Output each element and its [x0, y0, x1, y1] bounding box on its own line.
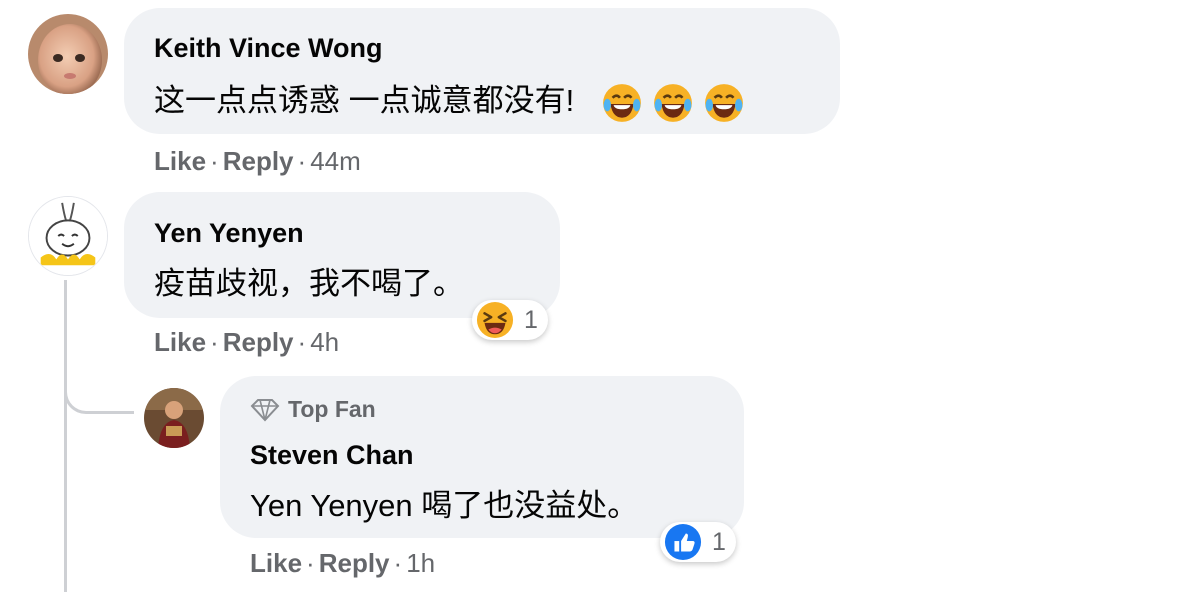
thread-line-vertical: [64, 280, 67, 592]
mention-link[interactable]: Yen Yenyen: [250, 488, 413, 523]
separator: ·: [306, 548, 315, 578]
avatar-steven[interactable]: [144, 388, 204, 448]
reaction-summary-steven[interactable]: 1: [660, 522, 736, 562]
thread-line-branch: [64, 370, 134, 414]
comment-text-steven: Yen Yenyen 喝了也没益处。: [250, 480, 638, 525]
top-fan-badge: Top Fan: [250, 396, 376, 423]
top-fan-label: Top Fan: [288, 396, 376, 422]
reaction-summary-yen[interactable]: 1: [472, 300, 548, 340]
laughing-tears-icon: [603, 83, 642, 122]
laughing-tears-icon: [654, 83, 693, 122]
like-button[interactable]: Like: [250, 548, 302, 578]
comment-author-steven[interactable]: Steven Chan: [250, 440, 414, 471]
comment-author-keith[interactable]: Keith Vince Wong: [154, 33, 383, 64]
reply-button[interactable]: Reply: [223, 327, 294, 357]
separator: ·: [393, 548, 403, 578]
comment-text-yen: 疫苗歧视，我不喝了。: [154, 266, 464, 301]
reply-button[interactable]: Reply: [319, 548, 390, 578]
comment-timestamp[interactable]: 44m: [310, 146, 361, 176]
like-button[interactable]: Like: [154, 146, 206, 176]
laughing-tears-icon: [704, 83, 743, 122]
avatar-yen[interactable]: [28, 196, 108, 276]
comment-text-keith: 这一点点诱惑 一点诚意都没有!: [154, 75, 745, 124]
avatar-keith[interactable]: [28, 14, 108, 94]
comment-actions-yen: Like · Reply · 4h: [154, 327, 339, 358]
comment-actions-keith: Like · Reply · 44m: [154, 146, 361, 177]
haha-reaction-icon: [476, 301, 514, 339]
comment-author-yen[interactable]: Yen Yenyen: [154, 218, 304, 249]
comment-timestamp[interactable]: 1h: [406, 548, 435, 578]
separator: ·: [297, 327, 307, 357]
comment-timestamp[interactable]: 4h: [310, 327, 339, 357]
comment-actions-steven: Like · Reply · 1h: [250, 548, 435, 579]
reaction-count: 1: [712, 527, 726, 556]
separator: ·: [297, 146, 307, 176]
like-button[interactable]: Like: [154, 327, 206, 357]
reply-button[interactable]: Reply: [223, 146, 294, 176]
like-reaction-icon: [664, 523, 702, 561]
separator: ·: [210, 327, 219, 357]
separator: ·: [210, 146, 219, 176]
comment-body: 这一点点诱惑 一点诚意都没有!: [154, 83, 575, 118]
comment-body: 喝了也没益处。: [412, 488, 639, 523]
diamond-icon: [250, 398, 280, 421]
reaction-count: 1: [524, 305, 538, 334]
